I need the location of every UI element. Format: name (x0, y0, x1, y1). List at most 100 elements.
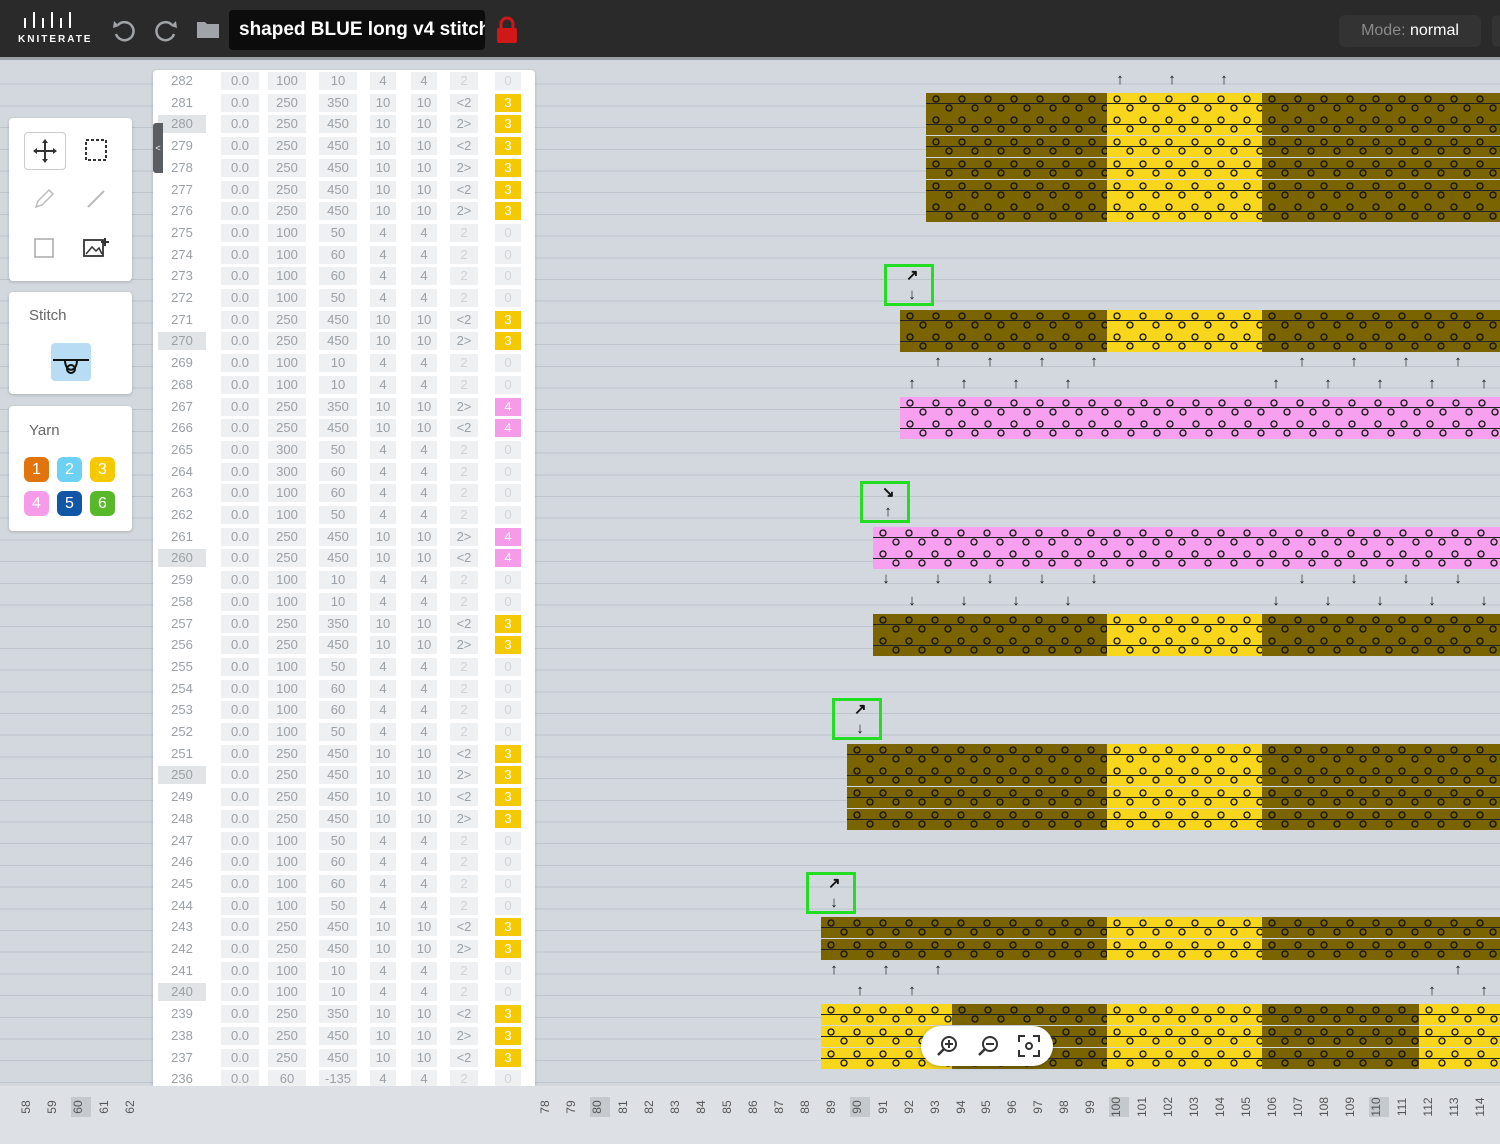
cell-yarn[interactable]: 0 (495, 723, 521, 741)
select-tool-button[interactable] (76, 132, 116, 168)
line-tool-button[interactable] (76, 181, 116, 217)
cell-yarn[interactable]: 3 (495, 310, 521, 329)
knit-row-band[interactable] (1262, 939, 1500, 960)
cell-yarn[interactable]: 0 (495, 72, 521, 90)
stitch-selector-button[interactable] (51, 343, 91, 381)
cell-dir[interactable]: 2> (450, 202, 478, 221)
cell-dir[interactable]: 2> (450, 766, 478, 785)
mode-indicator[interactable]: Mode: normal (1339, 15, 1481, 47)
cell-dir[interactable]: <2 (450, 1005, 478, 1024)
cell-yarn[interactable]: 3 (495, 918, 521, 937)
table-row[interactable]: 249 0.0 250 450 10 10 <2 3 (153, 786, 535, 807)
redo-icon[interactable] (152, 16, 180, 44)
cell-sr[interactable]: 10 (411, 1026, 437, 1045)
knit-row-band[interactable] (847, 787, 1107, 809)
cell-sr[interactable]: 10 (411, 115, 437, 134)
knit-row-band[interactable] (1107, 765, 1262, 787)
cell-rack[interactable]: 0.0 (221, 961, 259, 980)
cell-yarn[interactable]: 0 (495, 462, 521, 481)
cell-rack[interactable]: 0.0 (221, 853, 259, 872)
table-row[interactable]: 274 0.0 100 60 4 4 2 0 (153, 244, 535, 265)
cell-sf[interactable]: 10 (370, 614, 396, 633)
cell-roll[interactable]: 10 (319, 592, 357, 611)
table-row[interactable]: 244 0.0 100 50 4 4 2 0 (153, 895, 535, 916)
table-row[interactable]: 258 0.0 100 10 4 4 2 0 (153, 591, 535, 612)
cell-yarn[interactable]: 0 (495, 440, 521, 459)
cell-speed[interactable]: 100 (268, 853, 306, 872)
cell-speed[interactable]: 250 (268, 93, 306, 112)
table-row[interactable]: 281 0.0 250 350 10 10 <2 3 (153, 92, 535, 113)
cell-roll[interactable]: 450 (319, 332, 357, 351)
pencil-tool-button[interactable] (24, 181, 64, 217)
cell-rack[interactable]: 0.0 (221, 1026, 259, 1045)
cell-rack[interactable]: 0.0 (221, 245, 259, 264)
knit-row-band[interactable] (1262, 309, 1500, 331)
cell-speed[interactable]: 250 (268, 940, 306, 958)
cell-speed[interactable]: 100 (268, 506, 306, 524)
cell-sf[interactable]: 4 (370, 831, 396, 850)
knit-row-band[interactable] (1107, 613, 1262, 635)
cell-speed[interactable]: 100 (268, 831, 306, 850)
transfer-highlight-box[interactable]: ↗ ↓ (884, 264, 934, 307)
table-row[interactable]: 271 0.0 250 450 10 10 <2 3 (153, 309, 535, 330)
knit-row-band[interactable] (1107, 743, 1262, 765)
cell-sr[interactable]: 10 (411, 918, 437, 937)
cell-sr[interactable]: 4 (411, 853, 437, 872)
zoom-out-button[interactable] (976, 1034, 1000, 1058)
knit-row-band[interactable] (873, 635, 1107, 657)
cell-sf[interactable]: 4 (370, 440, 396, 459)
cell-dir[interactable]: 2> (450, 809, 478, 828)
cell-dir[interactable]: <2 (450, 744, 478, 763)
cell-yarn[interactable]: 3 (495, 766, 521, 785)
cell-sf[interactable]: 10 (370, 1048, 396, 1067)
cell-roll[interactable]: 450 (319, 527, 357, 546)
cell-speed[interactable]: 100 (268, 245, 306, 264)
knit-row-band[interactable] (1107, 1004, 1262, 1026)
table-row[interactable]: 253 0.0 100 60 4 4 2 0 (153, 699, 535, 720)
knit-row-band[interactable] (1107, 136, 1262, 158)
cell-sr[interactable]: 10 (411, 180, 437, 199)
cell-dir[interactable]: 2 (450, 896, 478, 915)
knit-row-band[interactable] (821, 939, 1107, 960)
cell-sf[interactable]: 10 (370, 918, 396, 937)
cell-roll[interactable]: 10 (319, 72, 357, 90)
cell-sf[interactable]: 10 (370, 809, 396, 828)
cell-roll[interactable]: 450 (319, 137, 357, 156)
cell-speed[interactable]: 100 (268, 72, 306, 90)
cell-dir[interactable]: 2 (450, 983, 478, 1002)
cell-sf[interactable]: 10 (370, 137, 396, 156)
knit-row-band[interactable] (1419, 1025, 1500, 1047)
cell-rack[interactable]: 0.0 (221, 896, 259, 915)
knit-row-band[interactable] (900, 331, 1107, 353)
knit-row-band[interactable] (1262, 92, 1500, 114)
cell-sr[interactable]: 10 (411, 940, 437, 958)
knit-row-band[interactable] (1262, 201, 1500, 223)
table-row[interactable]: 279 0.0 250 450 10 10 <2 3 (153, 135, 535, 156)
cell-speed[interactable]: 250 (268, 788, 306, 807)
cell-sr[interactable]: 4 (411, 831, 437, 850)
table-row[interactable]: 255 0.0 100 50 4 4 2 0 (153, 656, 535, 677)
cell-speed[interactable]: 300 (268, 440, 306, 459)
knit-row-band[interactable] (1419, 1004, 1500, 1026)
cell-yarn[interactable]: 4 (495, 549, 521, 568)
knit-row-band[interactable] (1262, 114, 1500, 136)
cell-dir[interactable]: 2 (450, 375, 478, 394)
cell-dir[interactable]: 2 (450, 592, 478, 611)
cell-rack[interactable]: 0.0 (221, 375, 259, 394)
cell-dir[interactable]: <2 (450, 419, 478, 438)
cell-rack[interactable]: 0.0 (221, 723, 259, 741)
knit-row-band[interactable] (1107, 939, 1262, 960)
cell-rack[interactable]: 0.0 (221, 874, 259, 893)
cell-roll[interactable]: 450 (319, 549, 357, 568)
cell-sr[interactable]: 10 (411, 788, 437, 807)
cell-dir[interactable]: 2 (450, 484, 478, 503)
cell-sf[interactable]: 10 (370, 115, 396, 134)
table-row[interactable]: 277 0.0 250 450 10 10 <2 3 (153, 179, 535, 200)
cell-speed[interactable]: 250 (268, 1026, 306, 1045)
cell-rack[interactable]: 0.0 (221, 614, 259, 633)
move-tool-button[interactable] (24, 132, 66, 170)
table-row[interactable]: 264 0.0 300 60 4 4 2 0 (153, 461, 535, 482)
cell-dir[interactable]: <2 (450, 180, 478, 199)
cell-roll[interactable]: 50 (319, 896, 357, 915)
cell-sf[interactable]: 4 (370, 354, 396, 373)
